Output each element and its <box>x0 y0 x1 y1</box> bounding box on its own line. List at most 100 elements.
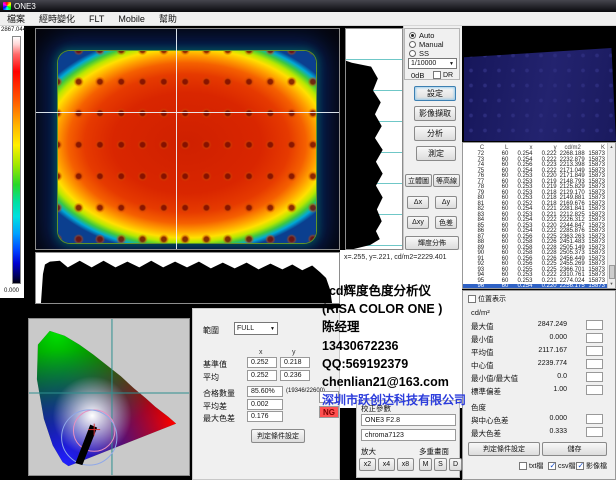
radio-manual-circle[interactable] <box>409 41 416 48</box>
table-row[interactable]: 96600.2540.2202256.17515873 <box>463 284 608 289</box>
analyze-button[interactable]: 分析 <box>414 126 456 141</box>
stat-min-field[interactable] <box>586 333 603 343</box>
stat-minmax-label: 最小值/最大值 <box>471 373 518 384</box>
chroma-center-diff-field[interactable] <box>586 414 603 424</box>
color-scale-bar <box>12 36 21 284</box>
average-y-field[interactable]: 0.236 <box>280 370 310 381</box>
view-3d-button[interactable]: 立體圖 <box>405 174 432 187</box>
txt-file-checkbox[interactable]: txt檔 <box>519 461 543 471</box>
delta-xy-button[interactable]: Δxy <box>407 216 429 229</box>
radio-ss[interactable]: SS <box>409 49 429 58</box>
cie-chromaticity-diagram[interactable] <box>28 318 190 476</box>
stat-center-field[interactable] <box>586 359 603 369</box>
radio-ss-label: SS <box>419 49 429 58</box>
v-profile-silhouette <box>346 61 383 249</box>
judgment-params-panel: 範圍 FULL ▼ x y 基準值 0.252 0.218 平均 0.252 0… <box>192 308 340 480</box>
chevron-down-icon: ▼ <box>270 326 275 332</box>
vertical-profile-plot <box>345 28 403 250</box>
title-bar[interactable]: ONE3 <box>0 0 616 12</box>
delta-x-button[interactable]: Δx <box>407 196 429 209</box>
luminance-image[interactable] <box>35 28 340 250</box>
col-x-header: x <box>259 349 263 356</box>
image-file-label: 影像檔 <box>586 461 607 471</box>
save-button[interactable]: 儲存 <box>542 442 607 456</box>
txt-file-box[interactable] <box>519 462 527 470</box>
set-button[interactable]: 設定 <box>414 86 456 101</box>
range-select[interactable]: FULL ▼ <box>234 322 278 335</box>
range-label: 範圍 <box>203 325 219 336</box>
zoom-x2-button[interactable]: x2 <box>359 458 376 471</box>
radio-auto[interactable]: Auto <box>409 31 434 40</box>
cd-unit-label: cd/m² <box>471 308 490 317</box>
menu-help[interactable]: 幫助 <box>152 12 184 25</box>
scroll-down-icon[interactable]: ▼ <box>608 280 615 288</box>
table-scrollbar[interactable]: ▲ ▼ <box>607 143 615 288</box>
contour-button[interactable]: 等高線 <box>433 174 460 187</box>
radio-ss-circle[interactable] <box>409 50 416 57</box>
chroma-max-diff-field[interactable] <box>586 427 603 437</box>
panel-heatmap <box>58 51 316 243</box>
scale-min-value: 0.000 <box>4 288 19 294</box>
image-file-box[interactable] <box>576 462 584 470</box>
stat-minmax-value: 0.0 <box>557 373 567 380</box>
show-position-box[interactable] <box>468 295 476 303</box>
zoom-x4-button[interactable]: x4 <box>378 458 395 471</box>
color-diff-button[interactable]: 色差 <box>435 216 457 229</box>
cie-horseshoe <box>37 331 176 466</box>
stat-avg-value: 2117.167 <box>538 347 567 354</box>
crosshair-vertical[interactable] <box>176 29 177 249</box>
measure-button[interactable]: 測定 <box>416 146 456 161</box>
reference-x-field[interactable]: 0.252 <box>247 357 277 368</box>
menu-time-change[interactable]: 經時變化 <box>32 12 82 25</box>
multi-s-button[interactable]: S <box>434 458 447 471</box>
measurement-table-head: CLxycd/m2K <box>463 143 608 152</box>
csv-file-label: csv檔 <box>558 461 576 471</box>
multi-m-button[interactable]: M <box>419 458 432 471</box>
average-x-field[interactable]: 0.252 <box>247 370 277 381</box>
multi-d-button[interactable]: D <box>449 458 462 471</box>
stat-minmax-field[interactable] <box>586 372 603 382</box>
lens-field[interactable]: ONE3 F2.8 <box>361 414 456 426</box>
stat-stddev-field[interactable] <box>586 385 603 395</box>
measurement-table[interactable]: CLxycd/m2K 72600.2540.2222268.1881587373… <box>462 142 616 289</box>
reference-y-field[interactable]: 0.218 <box>280 357 310 368</box>
judge-condition-button-2[interactable]: 判定條件設定 <box>251 429 305 443</box>
radio-manual-label: Manual <box>419 40 444 49</box>
capture-button[interactable]: 影像擷取 <box>414 106 456 121</box>
menu-file[interactable]: 檔案 <box>0 12 32 25</box>
stat-center-value: 2239.774 <box>538 360 567 367</box>
chroma-center-diff-value: 0.000 <box>549 415 567 422</box>
judge-condition-button[interactable]: 判定條件設定 <box>468 442 540 456</box>
radio-auto-circle[interactable] <box>409 32 416 39</box>
zoom-x8-button[interactable]: x8 <box>397 458 414 471</box>
stat-avg-label: 平均值 <box>471 347 494 358</box>
dr-checkbox-box[interactable] <box>433 71 441 79</box>
crosshair-horizontal[interactable] <box>36 112 339 113</box>
luminance-dist-button[interactable]: 輝度分佈 <box>405 236 459 250</box>
app-icon <box>3 2 11 10</box>
camera-preview-image[interactable] <box>462 28 616 141</box>
menu-flt[interactable]: FLT <box>82 14 111 24</box>
chroma-center-diff-label: 與中心色差 <box>471 415 509 426</box>
menu-mobile[interactable]: Mobile <box>111 14 152 24</box>
info-area <box>340 250 462 408</box>
zoom-label: 放大 <box>361 446 376 457</box>
stat-max-field[interactable] <box>586 320 603 330</box>
show-position-checkbox[interactable]: 位置表示 <box>468 294 506 304</box>
measurement-table-body: 72600.2540.2222268.1881587373600.2540.22… <box>463 152 608 289</box>
chroma-field[interactable]: chroma7123 <box>361 429 456 441</box>
show-position-label: 位置表示 <box>478 294 506 304</box>
image-file-checkbox[interactable]: 影像檔 <box>576 461 607 471</box>
scroll-up-icon[interactable]: ▲ <box>608 143 615 151</box>
cursor-readout: x=.255, y=.221, cd/m2=2229.401 <box>344 254 447 261</box>
application-window: ONE3 檔案 經時變化 FLT Mobile 幫助 2867.044 0.00… <box>0 0 616 480</box>
dr-checkbox[interactable]: DR <box>433 71 453 79</box>
radio-manual[interactable]: Manual <box>409 40 444 49</box>
delta-y-button[interactable]: Δy <box>435 196 457 209</box>
ok-indicator <box>319 391 339 403</box>
shutter-select[interactable]: 1/10000 ▼ <box>408 58 457 69</box>
csv-file-checkbox[interactable]: csv檔 <box>548 461 576 471</box>
stat-avg-field[interactable] <box>586 346 603 356</box>
scroll-thumb[interactable] <box>609 265 615 279</box>
csv-file-box[interactable] <box>548 462 556 470</box>
